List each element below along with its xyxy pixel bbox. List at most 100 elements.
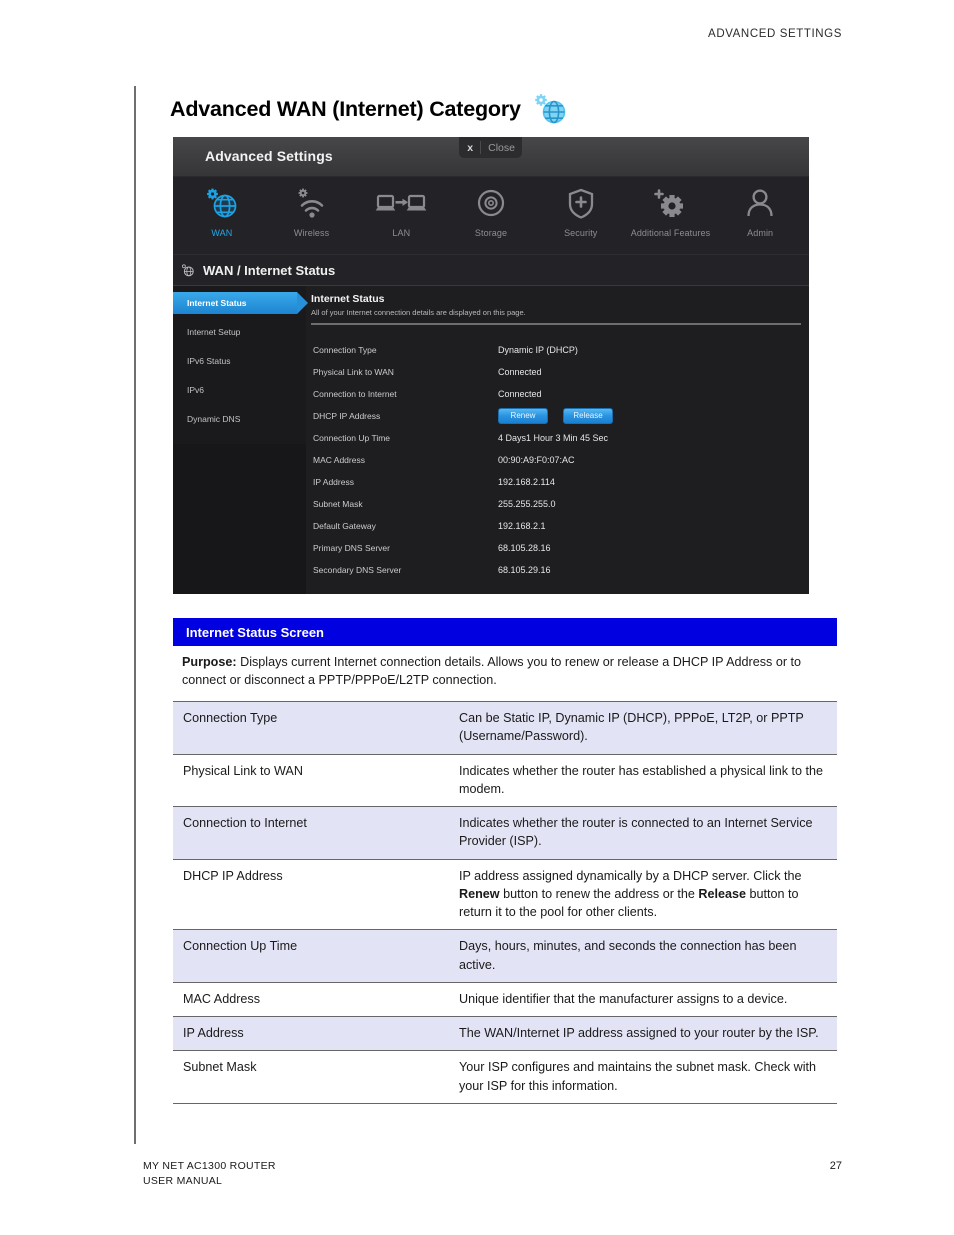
nav-item-lan[interactable]: LAN [356,183,446,238]
disc-icon [471,183,511,225]
ui-section-header: WAN / Internet Status [173,255,809,286]
footer-line-1: MY NET AC1300 ROUTER [143,1160,276,1172]
table-row: Connection to Internet Indicates whether… [173,806,837,859]
row-label: Default Gateway [313,521,376,531]
table-row: MAC Address 00:90:A9:F0:07:AC [311,449,809,471]
description-cell: Indicates whether the router has establi… [459,763,824,796]
row-value: Renew Release [498,408,613,424]
description-cell: Unique identifier that the manufacturer … [459,991,788,1006]
ui-content-pane: Internet Status All of your Internet con… [306,286,809,594]
row-label: DHCP IP Address [313,411,381,421]
table-row: IP Address 192.168.2.114 [311,471,809,493]
table-row: Subnet Mask 255.255.255.0 [311,493,809,515]
nav-item-storage[interactable]: Storage [446,183,536,238]
nav-label-storage: Storage [474,228,508,238]
release-button[interactable]: Release [563,408,613,424]
term-cell: Connection to Internet [173,806,449,859]
nav-item-wan[interactable]: WAN [177,183,267,238]
page-title: Advanced WAN (Internet) Category [170,96,521,121]
row-value: 68.105.29.16 [498,565,551,575]
row-label: MAC Address [313,455,365,465]
close-button[interactable]: x Close [459,137,522,158]
nav-item-wireless[interactable]: Wireless [267,183,357,238]
table-row: IP Address The WAN/Internet IP address a… [173,1016,837,1051]
table-row: Subnet Mask Your ISP configures and main… [173,1051,837,1104]
term-cell: Subnet Mask [183,1060,257,1075]
purpose-text: Displays current Internet connection det… [182,655,802,687]
definition-table: Connection Type Can be Static IP, Dynami… [173,701,837,1104]
ui-title-bar: Advanced Settings x Close [173,137,809,177]
description-cell: Indicates whether the router is connecte… [449,806,837,859]
footer-line-2: USER MANUAL [143,1175,223,1188]
ui-sidebar: Internet Status Internet Setup IPv6 Stat… [173,286,308,594]
table-row: Connection Type Dynamic IP (DHCP) [311,339,809,361]
row-label: Connection Up Time [313,433,391,443]
term-cell: DHCP IP Address [183,868,283,883]
row-value: 00:90:A9:F0:07:AC [498,455,575,465]
sidebar-item-ipv6-status[interactable]: IPv6 Status [173,350,306,372]
row-label: Connection to Internet [313,389,397,399]
table-row: Default Gateway 192.168.2.1 [311,515,809,537]
table-row: Primary DNS Server 68.105.28.16 [311,537,809,559]
two-laptops-arrow-icon [375,183,427,225]
close-icon: x [467,141,474,154]
row-label: Secondary DNS Server [313,565,402,575]
table-row: Physical Link to WAN Connected [311,361,809,383]
ui-section-title: WAN / Internet Status [203,262,336,278]
content-divider [311,323,801,325]
nav-label-security: Security [564,228,598,238]
internet-status-table: Connection Type Dynamic IP (DHCP) Physic… [311,339,809,581]
footer-document-name: MY NET AC1300 ROUTER USER MANUAL [143,1159,276,1189]
sidebar-item-internet-status[interactable]: Internet Status [173,292,308,314]
row-label: Connection Type [313,345,377,355]
table-row: DHCP IP Address IP address assigned dyna… [173,859,837,930]
sidebar-label: Dynamic DNS [187,414,241,424]
row-label: Subnet Mask [313,499,363,509]
nav-label-lan: LAN [392,228,411,238]
description-cell: Can be Static IP, Dynamic IP (DHCP), PPP… [449,701,837,754]
table-row: DHCP IP Address Renew Release [311,405,809,427]
person-icon [740,183,780,225]
close-separator [480,141,482,154]
shield-plus-icon [561,183,601,225]
sidebar-item-ipv6[interactable]: IPv6 [173,379,306,401]
nav-item-additional-features[interactable]: Additional Features [626,183,716,238]
definition-table-body: Connection Type Can be Static IP, Dynami… [173,701,837,1104]
close-label: Close [488,141,515,154]
sidebar-label: Internet Status [187,298,247,308]
content-subtitle: All of your Internet connection details … [311,308,526,317]
row-value: 192.168.2.1 [498,521,546,531]
nav-label-additional-features: Additional Features [630,228,711,238]
gear-plus-icon [647,183,693,225]
globe-gear-icon [202,183,242,225]
description-cell: IP address assigned dynamically by a DHC… [459,868,802,920]
sidebar-item-internet-setup[interactable]: Internet Setup [173,321,306,343]
sidebar-label: IPv6 [187,385,205,395]
table-row: Connection Type Can be Static IP, Dynami… [173,701,837,754]
wifi-gear-icon [292,183,332,225]
table-row: Physical Link to WAN Indicates whether t… [173,754,837,807]
globe-small-icon [182,263,194,276]
term-cell: Connection Up Time [173,929,449,983]
description-cell: Days, hours, minutes, and seconds the co… [449,929,837,983]
page-number: 27 [829,1160,842,1172]
renew-button[interactable]: Renew [498,408,548,424]
row-value: Connected [498,367,542,377]
term-cell: Physical Link to WAN [183,763,303,778]
table-row: MAC Address Unique identifier that the m… [173,982,837,1017]
sidebar-item-dynamic-dns[interactable]: Dynamic DNS [173,408,306,430]
nav-item-admin[interactable]: Admin [715,183,805,238]
row-value: Dynamic IP (DHCP) [498,345,578,355]
term-cell: Connection Type [173,701,449,754]
nav-label-wireless: Wireless [293,228,330,238]
table-row: Connection Up Time Days, hours, minutes,… [173,929,837,983]
page-title-block: Advanced WAN (Internet) Category [170,92,570,126]
left-margin-rule [134,86,136,1144]
row-label: Physical Link to WAN [313,367,394,377]
ui-window-title: Advanced Settings [205,148,333,164]
row-value: 255.255.255.0 [498,499,556,509]
section-banner-title: Internet Status Screen [186,624,324,640]
table-row: Connection to Internet Connected [311,383,809,405]
nav-item-security[interactable]: Security [536,183,626,238]
nav-label-admin: Admin [747,228,774,238]
